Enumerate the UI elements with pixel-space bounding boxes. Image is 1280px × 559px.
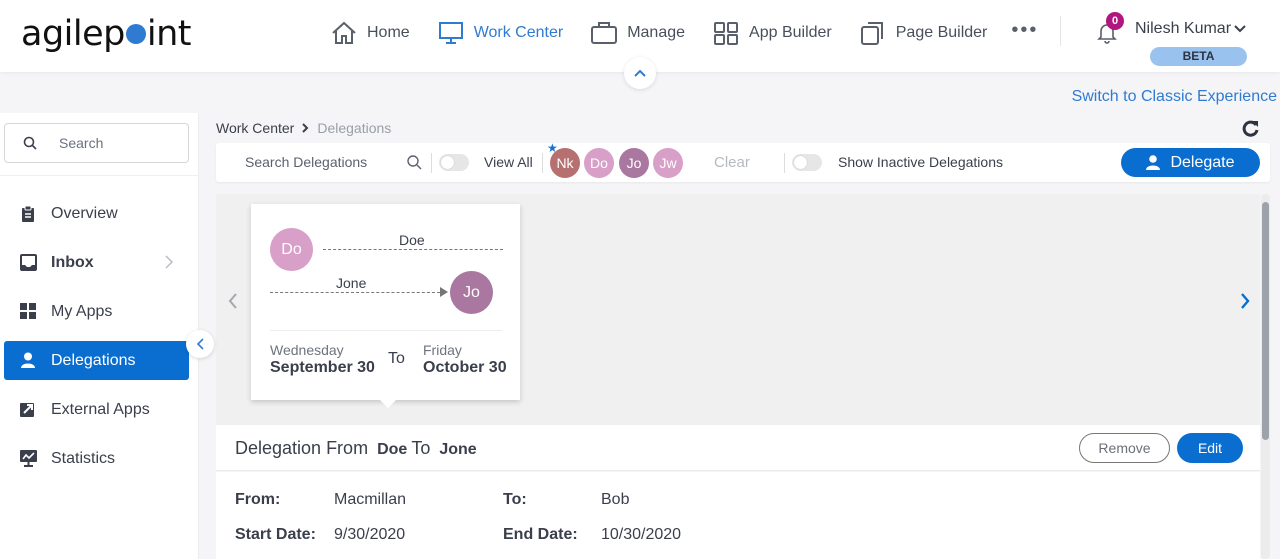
person-icon bbox=[1146, 155, 1161, 170]
inbox-icon bbox=[20, 254, 37, 271]
view-all-toggle[interactable] bbox=[439, 154, 469, 171]
title-to: Jone bbox=[439, 441, 477, 458]
start-date: September 30 bbox=[270, 359, 375, 376]
chevron-right-icon bbox=[165, 255, 173, 269]
toolbar-divider bbox=[542, 153, 543, 173]
breadcrumb-delegations: Delegations bbox=[317, 120, 392, 136]
show-inactive-toggle[interactable] bbox=[792, 154, 822, 171]
apps-grid-icon bbox=[20, 303, 36, 319]
delegation-detail-header: Delegation From Doe To Jone Remove Edit bbox=[216, 425, 1260, 471]
external-link-icon bbox=[20, 401, 36, 417]
dashed-line bbox=[270, 292, 440, 293]
main-nav: Home Work Center Manage App Builder Page… bbox=[331, 18, 1038, 48]
end-date-label: End Date: bbox=[503, 526, 578, 543]
to-name: Jone bbox=[336, 275, 367, 291]
sidebar-item-statistics[interactable]: Statistics bbox=[4, 439, 189, 478]
agilepoint-logo[interactable]: agilep int bbox=[21, 14, 192, 54]
collapse-header-button[interactable] bbox=[624, 57, 656, 89]
clear-filter-button[interactable]: Clear bbox=[714, 154, 750, 171]
toggle-knob bbox=[441, 156, 454, 169]
sidebar-divider bbox=[0, 175, 199, 176]
sidebar-item-delegations[interactable]: Delegations bbox=[4, 341, 189, 380]
end-day: Friday bbox=[423, 342, 462, 358]
start-day: Wednesday bbox=[270, 342, 344, 358]
user-menu[interactable]: Nilesh Kumar bbox=[1135, 20, 1246, 38]
filter-avatar-nk[interactable]: Nk bbox=[550, 148, 580, 178]
refresh-icon[interactable] bbox=[1241, 119, 1260, 138]
clipboard-icon bbox=[20, 205, 36, 222]
chart-monitor-icon bbox=[20, 450, 37, 467]
from-label: From: bbox=[235, 491, 281, 508]
filter-avatar-jw[interactable]: Jw bbox=[653, 148, 683, 178]
delegations-toolbar: View All ★ Nk Do Jo Jw Clear Show Inacti… bbox=[216, 141, 1270, 182]
more-menu-button[interactable]: ••• bbox=[1011, 19, 1038, 42]
chevron-down-icon bbox=[1234, 24, 1246, 34]
toggle-knob bbox=[794, 156, 807, 169]
nav-work-center[interactable]: Work Center bbox=[438, 21, 563, 45]
home-icon bbox=[331, 21, 357, 45]
sidebar-item-my-apps[interactable]: My Apps bbox=[4, 292, 189, 331]
start-date-value: 9/30/2020 bbox=[334, 526, 406, 543]
breadcrumb-chevron-icon bbox=[302, 123, 309, 133]
delegation-detail-title: Delegation From Doe To Jone bbox=[235, 438, 477, 458]
carousel-prev-button[interactable] bbox=[228, 293, 238, 309]
arrow-right-icon bbox=[440, 287, 448, 297]
end-date: October 30 bbox=[423, 359, 507, 376]
chevron-up-icon bbox=[634, 69, 646, 77]
header-divider bbox=[1060, 16, 1061, 46]
to-label: To: bbox=[503, 491, 527, 508]
delegation-card[interactable]: Do Doe Jone Jo Wednesday September 30 To… bbox=[251, 204, 520, 408]
delegate-button[interactable]: Delegate bbox=[1121, 148, 1260, 177]
search-icon[interactable] bbox=[407, 155, 422, 170]
dashed-line bbox=[323, 249, 503, 250]
sidebar-search[interactable] bbox=[4, 123, 189, 163]
breadcrumb-work-center[interactable]: Work Center bbox=[216, 120, 294, 136]
sidebar-search-input[interactable] bbox=[59, 135, 169, 151]
scrollbar-thumb[interactable] bbox=[1262, 202, 1269, 440]
sidebar-item-overview[interactable]: Overview bbox=[4, 194, 189, 233]
chevron-left-icon bbox=[196, 338, 204, 350]
toolbar-divider bbox=[784, 153, 785, 173]
search-delegations-input[interactable] bbox=[245, 154, 395, 170]
edit-button[interactable]: Edit bbox=[1177, 433, 1243, 463]
show-inactive-label: Show Inactive Delegations bbox=[838, 154, 1003, 170]
sidebar: Overview Inbox My Apps Delegations Exter… bbox=[0, 113, 199, 559]
breadcrumb: Work Center Delegations bbox=[216, 120, 391, 136]
from-value: Macmillan bbox=[334, 491, 407, 508]
collapse-sidebar-button[interactable] bbox=[186, 330, 214, 358]
remove-button[interactable]: Remove bbox=[1079, 433, 1170, 463]
monitor-icon bbox=[438, 21, 464, 45]
start-date-label: Start Date: bbox=[235, 526, 316, 543]
search-icon bbox=[23, 136, 37, 150]
toolbar-divider bbox=[431, 153, 432, 173]
filter-avatar-jo[interactable]: Jo bbox=[619, 148, 649, 178]
sidebar-item-inbox[interactable]: Inbox bbox=[4, 243, 189, 282]
nav-manage[interactable]: Manage bbox=[591, 21, 685, 45]
sidebar-item-external-apps[interactable]: External Apps bbox=[4, 390, 189, 429]
nav-page-builder[interactable]: Page Builder bbox=[860, 20, 987, 46]
to-value: Bob bbox=[601, 491, 630, 508]
from-name: Doe bbox=[399, 232, 425, 248]
nav-home[interactable]: Home bbox=[331, 21, 410, 45]
filter-avatar-do[interactable]: Do bbox=[584, 148, 614, 178]
person-icon bbox=[20, 352, 36, 368]
grid-icon bbox=[713, 21, 739, 45]
beta-badge: BETA bbox=[1150, 47, 1247, 66]
switch-to-classic-link[interactable]: Switch to Classic Experience bbox=[1072, 88, 1277, 106]
card-divider bbox=[270, 330, 502, 331]
end-date-value: 10/30/2020 bbox=[601, 526, 682, 543]
nav-app-builder[interactable]: App Builder bbox=[713, 21, 832, 45]
view-all-label: View All bbox=[484, 154, 533, 170]
carousel-next-button[interactable] bbox=[1240, 293, 1250, 309]
briefcase-icon bbox=[591, 21, 618, 45]
notification-count-badge: 0 bbox=[1106, 12, 1124, 30]
title-from: Doe bbox=[377, 441, 408, 458]
delegation-carousel: Do Doe Jone Jo Wednesday September 30 To… bbox=[216, 194, 1260, 425]
logo-dot bbox=[125, 24, 146, 44]
to-word: To bbox=[388, 350, 405, 367]
delegation-detail-body: From: Macmillan To: Bob Start Date: 9/30… bbox=[216, 472, 1260, 559]
from-avatar: Do bbox=[270, 228, 313, 271]
copy-pages-icon bbox=[860, 20, 886, 46]
to-avatar: Jo bbox=[450, 271, 493, 314]
